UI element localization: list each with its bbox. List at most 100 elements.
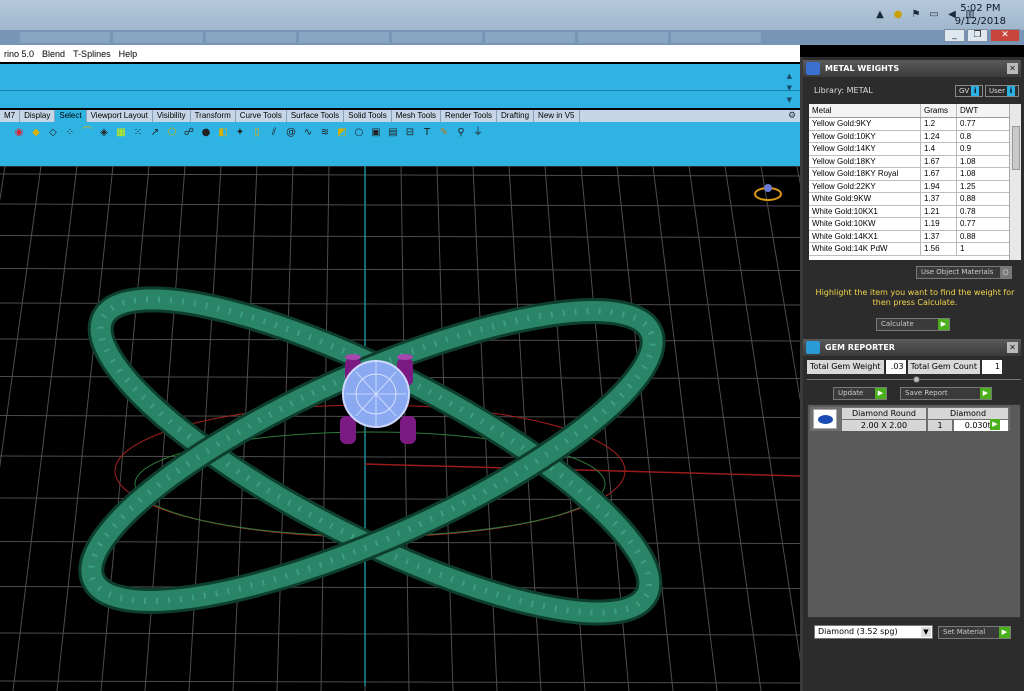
menu-item-help[interactable]: Help [115,49,142,59]
user-button[interactable]: User i [985,85,1019,97]
select-points-icon[interactable]: ⁘ [63,126,77,140]
select-cylinder-icon[interactable]: ▤ [386,126,400,140]
color-wheel-icon[interactable]: ◉ [12,126,26,140]
gem-list-item[interactable]: Diamond Round Diamond 2.00 X 2.00 1 0.03… [810,407,1010,431]
dwt-cell: 0.8 [960,131,972,141]
select-dimensions-icon[interactable]: ⊟ [403,126,417,140]
tab-viewport-layout[interactable]: Viewport Layout [87,110,153,122]
view-cube-icon[interactable] [754,184,782,201]
table-row[interactable]: Yellow Gold:14KY 1.4 0.9 [809,143,1009,156]
column-dwt[interactable]: DWT [957,104,1009,117]
tab-render-tools[interactable]: Render Tools [441,110,498,122]
gem-reporter-header[interactable]: GEM REPORTER ✕ [803,339,1021,356]
save-report-button[interactable]: Save Report ▶ [900,387,992,400]
tab-curve-tools[interactable]: Curve Tools [236,110,287,122]
use-object-materials-button[interactable]: Use Object Materials ○ [916,266,1012,279]
taskbar-item[interactable] [113,32,203,43]
tab-visibility[interactable]: Visibility [153,110,191,122]
update-button[interactable]: Update ▶ [833,387,887,400]
select-surface-icon[interactable]: ◆ [29,126,43,140]
table-row[interactable]: Yellow Gold:22KY 1.94 1.25 [809,180,1009,193]
gem-go-icon[interactable]: ▶ [990,419,1000,430]
table-row[interactable]: White Gold:10KW 1.19 0.77 [809,218,1009,231]
panel-splitter[interactable] [807,376,1021,383]
close-button[interactable]: ✕ [990,29,1020,42]
monitor-icon[interactable]: ▭ [928,9,940,21]
flag-icon[interactable]: ⚑ [910,9,922,21]
select-wave-icon[interactable]: ∿ [301,126,315,140]
splitter-knob[interactable] [913,376,920,383]
show-hidden-icons-icon[interactable]: ▲ [874,9,886,21]
table-scrollbar[interactable] [1009,104,1021,260]
metal-weights-header[interactable]: METAL WEIGHTS ✕ [803,60,1021,77]
select-polysurface-icon[interactable]: ◈ [97,126,111,140]
select-sphere-icon[interactable]: ● [199,126,213,140]
table-row[interactable]: White Gold:9KW 1.37 0.88 [809,193,1009,206]
select-grid-icon[interactable]: ▦ [114,126,128,140]
taskbar-item[interactable] [485,32,575,43]
gv-button[interactable]: GV i [955,85,984,97]
scroll-down-icon[interactable]: ▼ [787,96,792,104]
table-row[interactable]: White Gold:10KX1 1.21 0.78 [809,205,1009,218]
filter-icon[interactable]: ⏚ [471,126,485,140]
menu-item-rhino[interactable]: rino 5.0 [0,49,38,59]
select-lines-icon[interactable]: ⫽ [267,126,281,140]
select-curves-icon[interactable]: ⌒ [80,126,94,140]
taskbar-item[interactable] [206,32,296,43]
taskbar-item[interactable] [392,32,482,43]
clock[interactable]: 5:02 PM 9/12/2018 [955,2,1006,28]
calculate-button[interactable]: Calculate ▶ [876,318,950,331]
taskbar-item[interactable] [299,32,389,43]
table-row[interactable]: Yellow Gold:18KY 1.67 1.08 [809,155,1009,168]
select-lights-icon[interactable]: ✦ [233,126,247,140]
column-grams[interactable]: Grams [921,104,957,117]
close-icon[interactable]: ✕ [1007,342,1018,353]
select-layer-icon[interactable]: ▯ [250,126,264,140]
tab-select[interactable]: Select [55,110,87,122]
command-area[interactable]: ▲ ▼ ▼ [0,64,800,108]
perspective-viewport[interactable] [0,166,800,691]
taskbar-item[interactable] [20,32,110,43]
table-row[interactable]: White Gold:14K PdW 1.56 1 [809,243,1009,256]
set-material-button[interactable]: Set Material ▶ [938,626,1011,639]
scrollbar-thumb[interactable] [1012,126,1020,170]
select-control-points-icon[interactable]: ⁙ [131,126,145,140]
gear-icon[interactable]: ⚙ [788,111,796,121]
table-row[interactable]: Yellow Gold:18KY Royal 1.67 1.08 [809,168,1009,181]
tab-mesh-tools[interactable]: Mesh Tools [392,110,442,122]
select-box-icon[interactable]: ◧ [216,126,230,140]
taskbar-item[interactable] [671,32,761,43]
tab-transform[interactable]: Transform [191,110,236,122]
tab-drafting[interactable]: Drafting [497,110,535,122]
scroll-up-icon[interactable]: ▲ [787,72,792,80]
magnifier-icon[interactable]: ⚲ [454,126,468,140]
maximize-button[interactable]: ❐ [967,29,988,42]
minimize-button[interactable]: _ [944,29,965,42]
table-row[interactable]: Yellow Gold:9KY 1.2 0.77 [809,118,1009,131]
taskbar-item[interactable] [578,32,668,43]
select-sphere-outline-icon[interactable]: ○ [352,126,366,140]
norton-icon[interactable]: ● [892,9,904,21]
table-row[interactable]: Yellow Gold:10KY 1.24 0.8 [809,130,1009,143]
select-spiral-icon[interactable]: @ [284,126,298,140]
tab-display[interactable]: Display [20,110,56,122]
material-select[interactable]: Diamond (3.52 spg) ▼ [814,625,933,639]
column-metal[interactable]: Metal [809,104,921,117]
select-brush-icon[interactable]: ✎ [437,126,451,140]
select-cube-icon[interactable]: ▣ [369,126,383,140]
close-icon[interactable]: ✕ [1007,63,1018,74]
select-polycurve-icon[interactable]: ⬠ [165,126,179,140]
select-curve-icon[interactable]: ↗ [148,126,162,140]
tab-new-in-v5[interactable]: New in V5 [534,110,580,122]
select-text-icon[interactable]: T [420,126,434,140]
tab-m7[interactable]: M7 [0,110,21,122]
tab-solid-tools[interactable]: Solid Tools [344,110,392,122]
tab-surface-tools[interactable]: Surface Tools [287,110,345,122]
select-hatch-icon[interactable]: ≋ [318,126,332,140]
select-block-icon[interactable]: ◩ [335,126,349,140]
select-mesh-icon[interactable]: ◇ [46,126,60,140]
select-by-color-icon[interactable]: ☍ [182,126,196,140]
menu-item-tsplines[interactable]: T-Splines [69,49,115,59]
menu-item-blend[interactable]: Blend [38,49,69,59]
table-row[interactable]: White Gold:14KX1 1.37 0.88 [809,230,1009,243]
